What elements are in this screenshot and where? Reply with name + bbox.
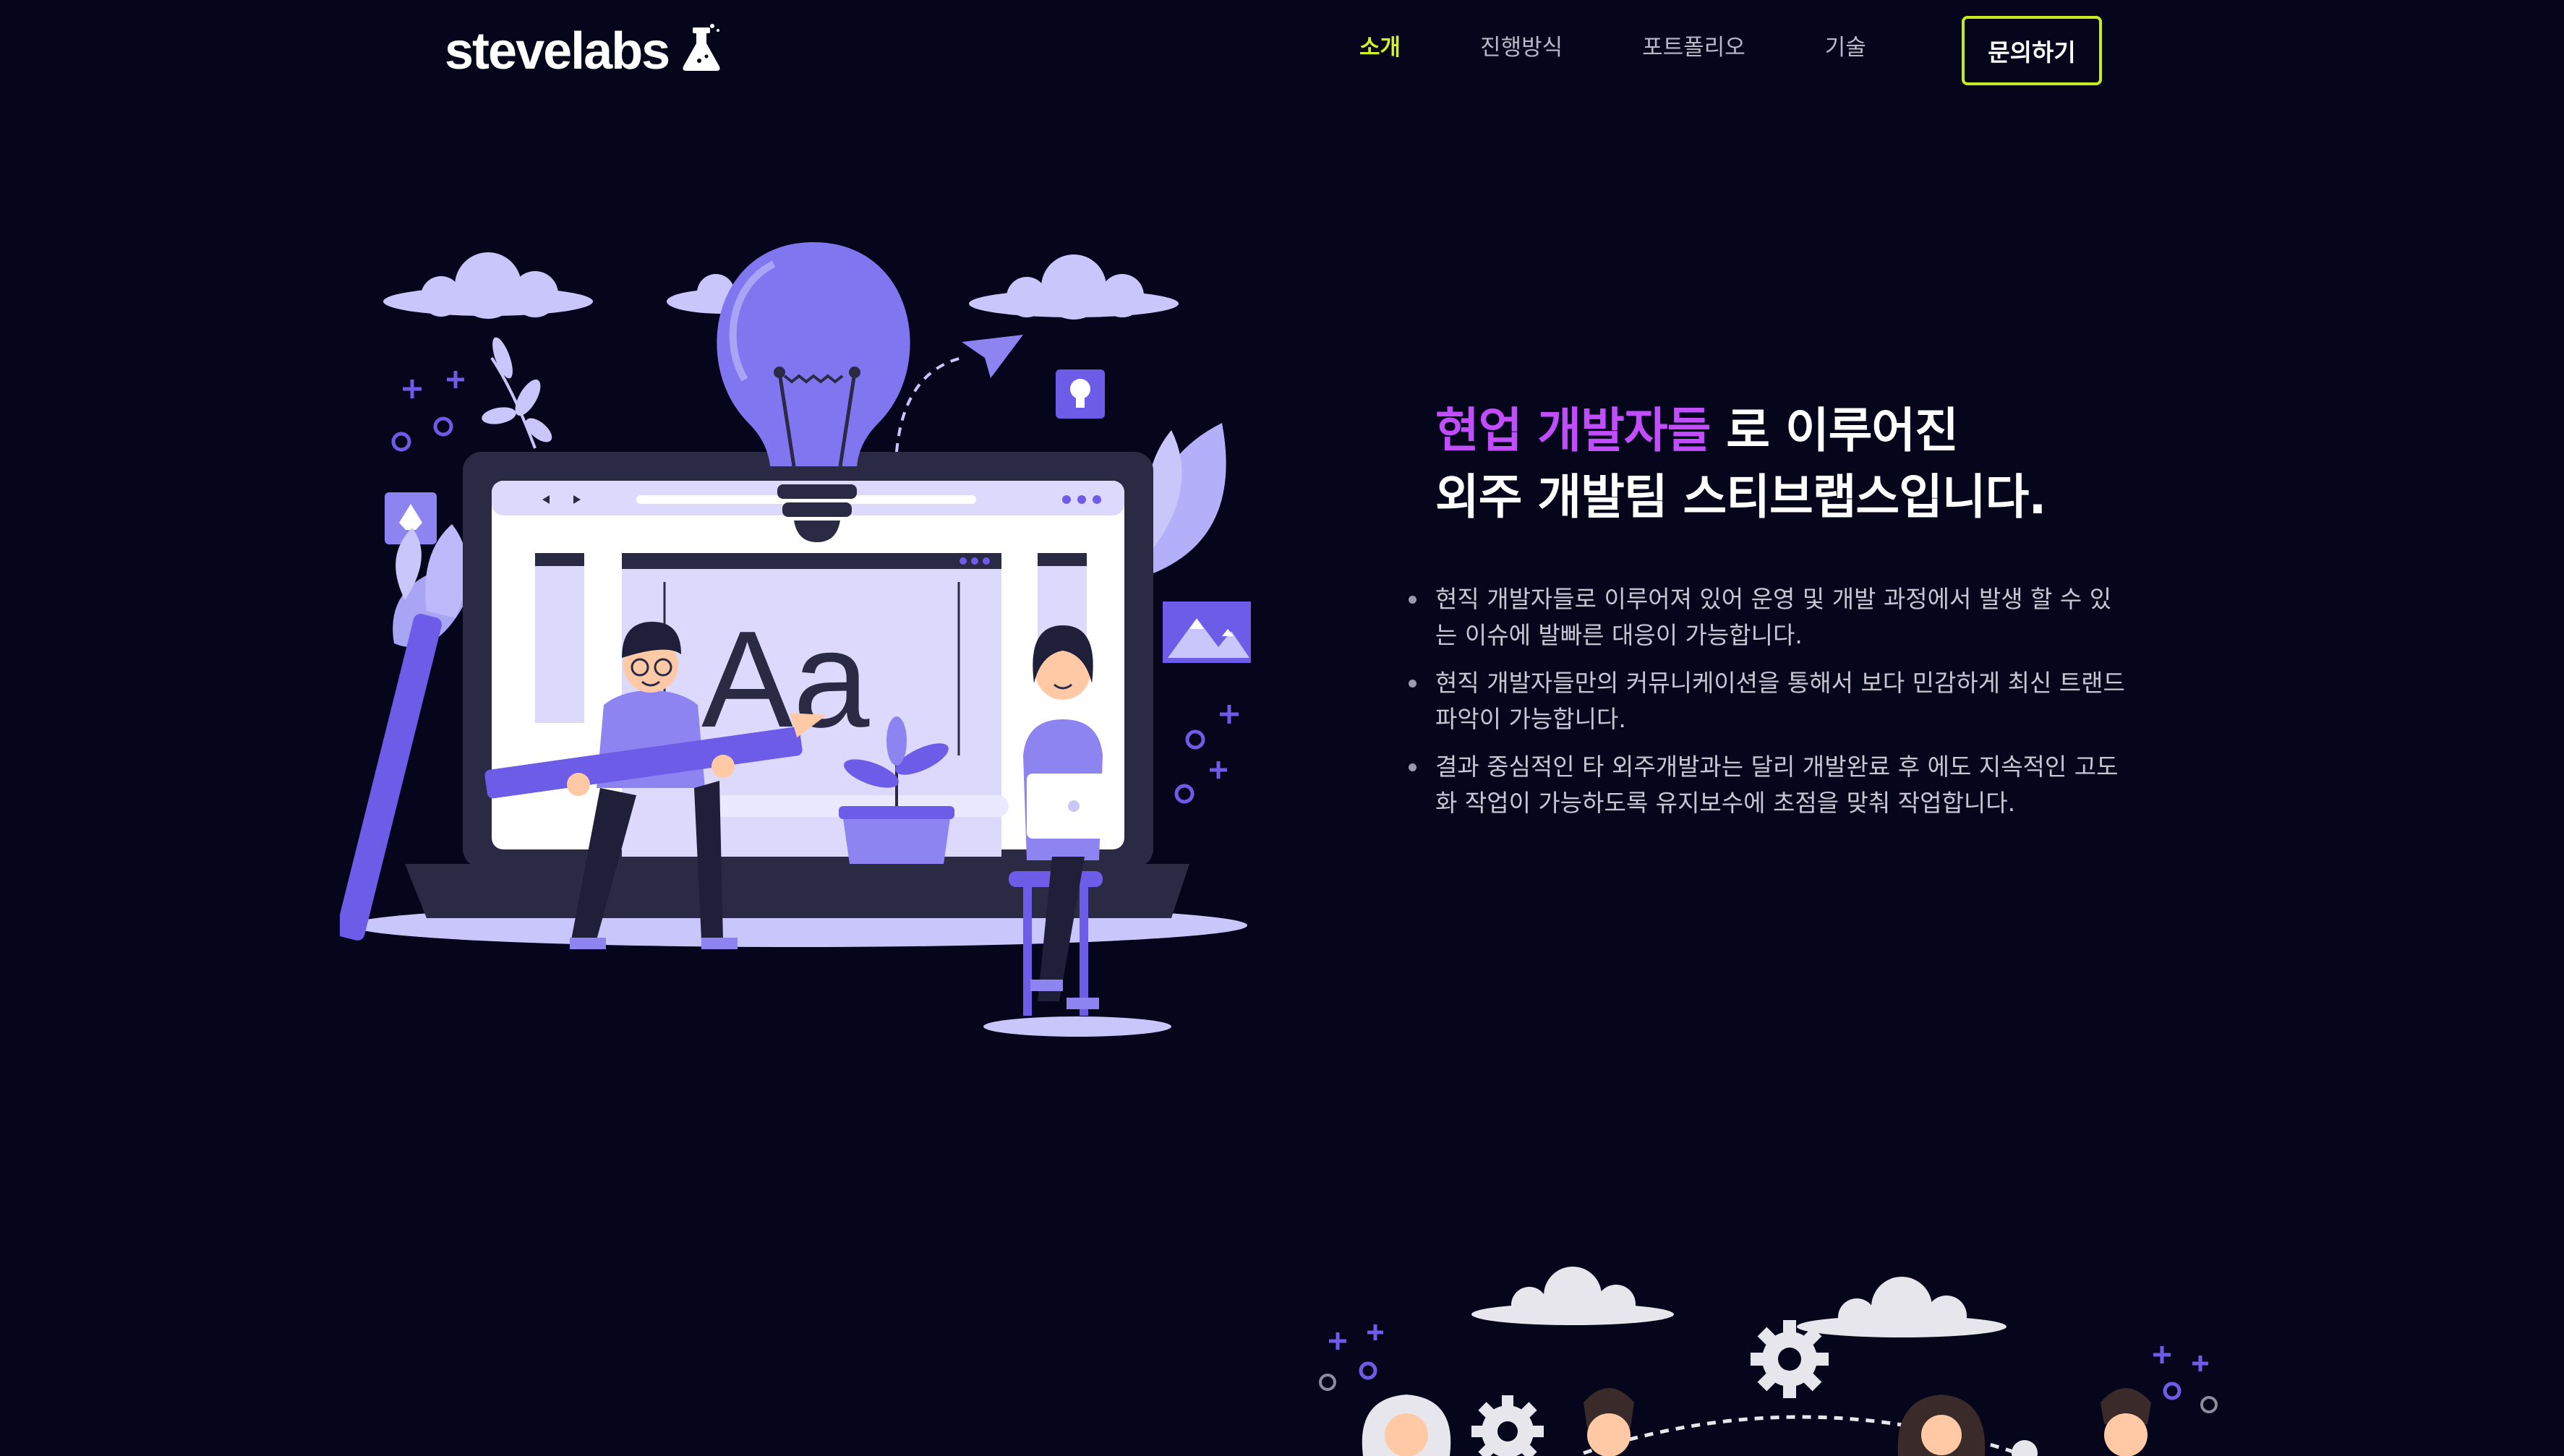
branch-icon [482, 337, 552, 449]
hero-illustration: Aa [340, 242, 1251, 1037]
nav-item-portfolio[interactable]: 포트폴리오 [1642, 29, 1745, 61]
cloud-icon [1471, 1267, 1674, 1325]
flask-icon [683, 24, 720, 71]
nav-item-intro[interactable]: 소개 [1359, 29, 1401, 61]
feature-item: 현직 개발자들로 이루어져 있어 운영 및 개발 과정에서 발생 할 수 있는 … [1409, 581, 2129, 654]
person-avatar-icon [1584, 1388, 1634, 1456]
hero-headline: 현업 개발자들 로 이루어진 외주 개발팀 스티브랩스입니다. [1435, 398, 2129, 531]
nav-item-tech[interactable]: 기술 [1825, 29, 1866, 61]
person-avatar-icon [2101, 1388, 2151, 1456]
nav-item-process[interactable]: 진행방식 [1480, 29, 1563, 61]
team-illustration [1319, 1267, 2218, 1456]
cloud-icon [383, 252, 593, 319]
gear-icon [1471, 1395, 1544, 1456]
lightbulb-badge-icon [1056, 369, 1105, 419]
person-avatar-icon [1897, 1395, 1986, 1456]
feature-item: 결과 중심적인 타 외주개발과는 달리 개발완료 후 에도 지속적인 고도화 작… [1409, 749, 2129, 821]
headline-rest: 로 이루어진 [1710, 403, 1959, 458]
headline-accent: 현업 개발자들 [1435, 403, 1711, 458]
hero-text: 현업 개발자들 로 이루어진 외주 개발팀 스티브랩스입니다. 현직 개발자들로… [1409, 398, 2129, 833]
contact-button[interactable]: 문의하기 [1962, 16, 2102, 85]
logo[interactable]: stevelabs [445, 22, 724, 81]
image-icon [1163, 601, 1251, 663]
cloud-icon [969, 254, 1179, 320]
headline-line2: 외주 개발팀 스티브랩스입니다. [1435, 469, 2046, 525]
brand-name: stevelabs [445, 22, 670, 80]
feature-item: 현직 개발자들만의 커뮤니케이션을 통해서 보다 민감하게 최신 트랜드 파악이… [1409, 665, 2129, 737]
site-header: stevelabs 소개 진행방식 포트폴리오 기술 문의하기 [0, 0, 2564, 105]
leaf-icon [1145, 423, 1226, 575]
cloud-icon [1797, 1277, 2007, 1337]
feature-list: 현직 개발자들로 이루어져 있어 운영 및 개발 과정에서 발생 할 수 있는 … [1409, 581, 2129, 821]
paper-plane-icon [895, 335, 1023, 453]
person-avatar-icon [1362, 1395, 1451, 1456]
gear-icon [1751, 1320, 1829, 1398]
gear-icon [2012, 1440, 2038, 1456]
main-nav: 소개 진행방식 포트폴리오 기술 [1359, 29, 1946, 61]
